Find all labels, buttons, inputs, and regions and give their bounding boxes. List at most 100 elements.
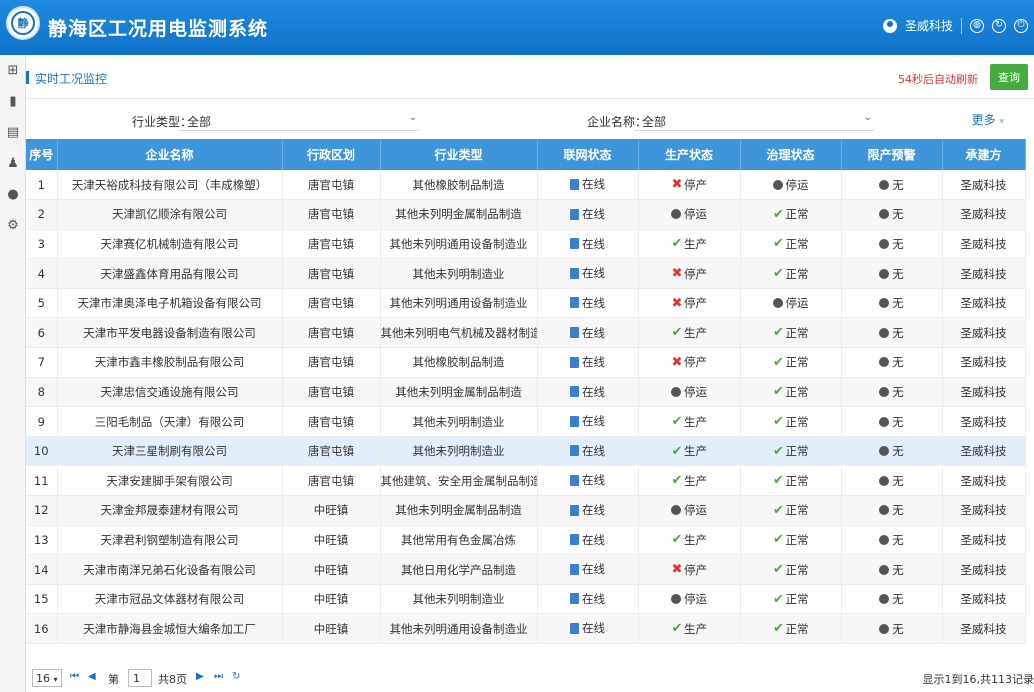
cell-name: 天津金邦晟泰建材有限公司 [57,495,283,526]
cell-net: 在线 [537,465,639,497]
cell-gov: ✔ 正常 [740,613,842,644]
table-row[interactable]: 9 三阳毛制品（天津）有限公司 唐官屯镇 其他未列明制造业 在线 ✔ 生产 ✔ 正常无圣威科技 [26,406,1026,437]
user-name[interactable]: 圣威科技 [905,17,953,34]
cell-net: 在线 [537,584,639,615]
table-row[interactable]: 16 天津市静海县金城恒大编条加工厂 中旺镇 其他未列明通用设备制造业 在线 ✔ 生产 ✔ 正常… [26,613,1026,644]
column-header[interactable]: 生产状态 [638,139,741,170]
cell-warn: 无 [841,199,943,230]
caret-down-icon: ▾ [999,117,1004,127]
dot-icon [879,416,890,427]
table-row[interactable]: 1 天津天裕成科技有限公司（丰成橡塑） 唐官屯镇 其他橡胶制品制造 在线 ✖ 停产 停运 无 圣威… [26,170,1026,201]
check-icon: ✔ [671,414,683,430]
status-text: 正常 [785,207,809,222]
cell-net: 在线 [537,258,639,289]
cell-builder: 圣威科技 [942,436,1026,467]
column-header[interactable]: 企业名称 [57,139,283,170]
table-row[interactable]: 10 天津三星制刷有限公司 唐官屯镇 其他未列明制造业 在线 ✔ 生产 ✔ 正常无圣威科技 [26,436,1026,467]
column-header[interactable]: 治理状态 [740,139,842,170]
bell-icon[interactable]: ♟ [0,148,26,179]
cell-gov: ✔ 正常 [740,495,842,526]
cell-gov: 停运 [740,170,842,201]
prev-page-icon[interactable]: ◀ [88,671,96,682]
table-row[interactable]: 6 天津市平发电器设备制造有限公司 唐官屯镇 其他未列明电气机械及器材制造 在线 ✔ 生产 ✔… [26,317,1026,349]
dot-icon [671,594,681,605]
user-icon[interactable] [882,18,897,33]
cell-industry: 其他建筑、安全用金属制品制造 [380,465,538,497]
table-row[interactable]: 13 天津君利钢塑制造有限公司 中旺镇 其他常用有色金属冶炼 在线 ✔ 生产 ✔ 正常无圣威科技 [26,525,1026,556]
status-text: 正常 [785,562,809,577]
dot-icon [879,179,890,190]
table-row[interactable]: 4 天津盛鑫体育用品有限公司 唐官屯镇 其他未列明制造业 在线 ✖ 停产 ✔ 正常无圣威科技 [26,258,1026,289]
cell-industry: 其他未列明制造业 [380,258,538,289]
table-row[interactable]: 5 天津市津奥泽电子机箱设备有限公司 唐官屯镇 其他未列明通用设备制造业 在线 ✖ 停产 停运… [26,288,1026,319]
reload-icon[interactable]: ↻ [232,671,240,682]
cell-name: 天津市鑫丰橡胶制品有限公司 [57,347,283,378]
company-select[interactable]: 全部 ⌄ [634,109,874,131]
dot-icon [879,594,890,605]
column-header[interactable]: 行业类型 [380,139,538,170]
cell-gov: 停运 [740,288,842,319]
first-page-icon[interactable]: ⏮ [70,671,79,682]
file-icon[interactable]: ▤ [0,117,26,148]
book-icon[interactable]: ▮ [0,86,26,117]
cell-net: 在线 [537,406,639,437]
cell-district: 唐官屯镇 [282,465,381,497]
table-row[interactable]: 8 天津忠信交通设施有限公司 唐官屯镇 其他未列明金属制品制造 在线 停运 ✔ 正常 无 圣威科技 [26,377,1026,408]
next-page-icon[interactable]: ▶ [196,671,204,682]
table-row[interactable]: 14 天津市南洋兄弟石化设备有限公司 中旺镇 其他日用化学产品制造 在线 ✖ 停产 ✔ 正常无圣… [26,554,1026,585]
column-header[interactable]: 行政区划 [282,139,381,170]
info-icon[interactable]: ● [0,179,26,210]
table-row[interactable]: 12 天津金邦晟泰建材有限公司 中旺镇 其他未列明金属制品制造 在线 停运 ✔ 正常 无 圣威科技 [26,495,1026,526]
dot-icon [879,268,890,279]
status-text: 在线 [582,384,605,399]
status-text: 无 [892,473,904,488]
cell-net: 在线 [537,495,639,526]
status-text: 无 [892,621,904,636]
last-page-icon[interactable]: ⏭ [214,671,223,682]
cell-industry: 其他未列明通用设备制造业 [380,288,538,319]
table-row[interactable]: 11 天津安建脚手架有限公司 唐官屯镇 其他建筑、安全用金属制品制造 在线 ✔ 生产 ✔ 正常无… [26,465,1026,497]
cell-builder: 圣威科技 [942,465,1026,497]
column-header[interactable]: 序号 [26,139,58,170]
more-filters-link[interactable]: 更多 ▾ [972,111,1004,128]
check-icon: ✔ [671,236,683,252]
cell-gov: ✔ 正常 [740,465,842,497]
cell-district: 唐官屯镇 [282,199,381,230]
gear-icon[interactable]: ⚙ [0,210,26,241]
cell-builder: 圣威科技 [942,525,1026,556]
cell-name: 天津市南洋兄弟石化设备有限公司 [57,554,283,585]
query-button[interactable]: 查询 [990,64,1028,90]
cell-warn: 无 [841,170,943,201]
table-row[interactable]: 2 天津凯亿顺涂有限公司 唐官屯镇 其他未列明金属制品制造 在线 停运 ✔ 正常 无 圣威科技 [26,199,1026,230]
table-row[interactable]: 7 天津市鑫丰橡胶制品有限公司 唐官屯镇 其他橡胶制品制造 在线 ✖ 停产 ✔ 正常无圣威科技 [26,347,1026,378]
column-header[interactable]: 联网状态 [537,139,639,170]
status-text: 停运 [684,384,707,399]
cell-name: 天津市津奥泽电子机箱设备有限公司 [57,288,283,319]
cell-warn: 无 [841,229,943,260]
cell-builder: 圣威科技 [942,347,1026,378]
table-row[interactable]: 3 天津赛亿机械制造有限公司 唐官屯镇 其他未列明通用设备制造业 在线 ✔ 生产 ✔ 正常无圣威… [26,229,1026,260]
industry-select[interactable]: 全部 ⌄ [179,109,419,131]
table-row[interactable]: 15 天津市冠品文体器材有限公司 中旺镇 其他未列明制造业 在线 停运 ✔ 正常 无 圣威科技 [26,584,1026,615]
status-text: 正常 [785,473,809,488]
column-header[interactable]: 限产预警 [841,139,943,170]
cell-builder: 圣威科技 [942,199,1026,230]
column-header[interactable]: 承建方 [942,139,1026,170]
refresh-icon[interactable]: ↻ [992,18,1006,33]
globe-icon[interactable]: ◍ [970,18,984,33]
dot-icon [879,327,890,338]
status-text: 无 [892,177,904,192]
power-icon[interactable]: ⏻ [1014,18,1028,33]
page-title: 实时工况监控 [35,72,108,86]
cell-name: 天津天裕成科技有限公司（丰成橡塑） [57,170,283,201]
sitemap-icon[interactable]: ⊞ [0,55,26,86]
online-icon [570,474,579,486]
status-text: 正常 [785,325,809,340]
cell-builder: 圣威科技 [942,258,1026,289]
cell-industry: 其他未列明金属制品制造 [380,199,538,230]
cell-no: 7 [26,347,58,378]
page-number-input[interactable]: 1 [128,669,152,687]
cell-net: 在线 [537,229,639,260]
page-size-select[interactable]: 16 ▾ [32,669,62,687]
cell-prod: ✖ 停产 [638,554,741,585]
